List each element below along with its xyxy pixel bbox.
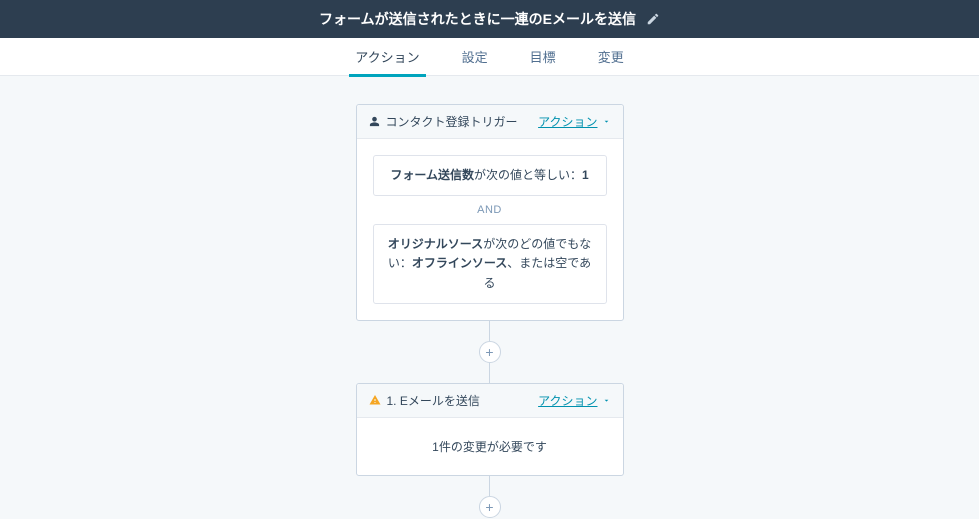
page-header: フォームが送信されたときに一連のEメールを送信 <box>0 0 979 38</box>
step1-action-dropdown[interactable]: アクション <box>538 392 610 409</box>
trigger-title-text: コンタクト登録トリガー <box>386 113 518 130</box>
trigger-card-header: コンタクト登録トリガー アクション <box>357 105 623 139</box>
cond2-value: オフラインソース <box>412 256 507 270</box>
trigger-action-dropdown[interactable]: アクション <box>538 113 610 130</box>
step1-card-title: 1. Eメールを送信 <box>369 392 480 409</box>
step1-card-body: 1件の変更が必要です <box>357 418 623 475</box>
action-label: アクション <box>538 113 597 130</box>
step1-title-text: 1. Eメールを送信 <box>387 392 480 409</box>
workflow-canvas: コンタクト登録トリガー アクション フォーム送信数が次の値と等しい：1 AND … <box>0 76 979 518</box>
cond1-value: 1 <box>582 168 589 182</box>
connector-line <box>489 321 490 341</box>
trigger-card-body: フォーム送信数が次の値と等しい：1 AND オリジナルソースが次のどの値でもない… <box>357 139 623 320</box>
trigger-card-title: コンタクト登録トリガー <box>369 113 518 130</box>
connector-line <box>489 476 490 496</box>
trigger-card[interactable]: コンタクト登録トリガー アクション フォーム送信数が次の値と等しい：1 AND … <box>356 104 624 321</box>
tab-goals[interactable]: 目標 <box>528 38 558 76</box>
chevron-down-icon <box>602 396 611 405</box>
action-label: アクション <box>538 392 597 409</box>
add-step-button[interactable]: + <box>479 341 501 363</box>
cond1-field: フォーム送信数 <box>390 168 474 182</box>
warning-icon <box>369 394 381 406</box>
tabs: アクション 設定 目標 変更 <box>0 38 979 76</box>
page-title: フォームが送信されたときに一連のEメールを送信 <box>319 9 636 29</box>
add-step-button[interactable]: + <box>479 496 501 518</box>
tab-changes[interactable]: 変更 <box>596 38 626 76</box>
condition-1[interactable]: フォーム送信数が次の値と等しい：1 <box>373 155 607 196</box>
tab-settings[interactable]: 設定 <box>460 38 490 76</box>
and-label: AND <box>373 196 607 224</box>
connector-line <box>489 363 490 383</box>
edit-icon[interactable] <box>646 12 660 26</box>
user-icon <box>369 116 380 127</box>
cond2-field: オリジナルソース <box>388 237 483 251</box>
step1-card-header: 1. Eメールを送信 アクション <box>357 384 623 418</box>
tab-action[interactable]: アクション <box>353 38 421 76</box>
step1-card[interactable]: 1. Eメールを送信 アクション 1件の変更が必要です <box>356 383 624 476</box>
condition-2[interactable]: オリジナルソースが次のどの値でもない：オフラインソース、または空である <box>373 224 607 304</box>
cond1-op: が次の値と等しい： <box>474 168 582 182</box>
chevron-down-icon <box>602 117 611 126</box>
